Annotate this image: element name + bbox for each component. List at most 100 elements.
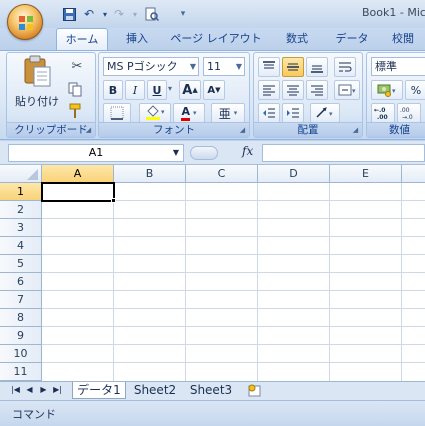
- insert-function-icon[interactable]: fx: [242, 144, 253, 158]
- row-header-4[interactable]: 4: [0, 237, 42, 255]
- merge-center-button[interactable]: ▾: [334, 80, 360, 100]
- row-header-3[interactable]: 3: [0, 219, 42, 237]
- paste-label: 貼り付け: [15, 95, 59, 108]
- gridline: [42, 362, 425, 363]
- row-header-9[interactable]: 9: [0, 327, 42, 345]
- redo-dropdown-icon[interactable]: ▾: [126, 6, 144, 22]
- shrink-font-button[interactable]: A ▼: [203, 80, 225, 100]
- window-title: Book1 - Mic: [362, 6, 425, 19]
- align-center-button[interactable]: [282, 80, 304, 100]
- decrease-decimal-button[interactable]: .00 →.0: [397, 103, 421, 123]
- row-header-11[interactable]: 11: [0, 363, 42, 381]
- alignment-launcher-icon[interactable]: ◢: [351, 126, 360, 135]
- fill-color-icon: ▾: [146, 105, 165, 120]
- gridline: [185, 183, 186, 381]
- column-header-f[interactable]: [402, 165, 425, 183]
- chevron-down-icon[interactable]: ▼: [236, 58, 242, 75]
- tab-page-layout[interactable]: ページ レイアウト: [168, 28, 264, 50]
- column-header-c[interactable]: C: [186, 165, 258, 183]
- borders-button[interactable]: [103, 103, 131, 123]
- increase-indent-button[interactable]: [282, 103, 304, 123]
- orientation-button[interactable]: ▾: [310, 103, 340, 123]
- font-color-button[interactable]: A ▾: [173, 103, 205, 123]
- merge-center-icon: ▾: [338, 84, 356, 96]
- font-launcher-icon[interactable]: ◢: [238, 126, 247, 135]
- tab-formulas[interactable]: 数式: [272, 28, 322, 50]
- fill-color-button[interactable]: ▾: [139, 103, 171, 123]
- font-name-combo[interactable]: MS Pゴシック ▼: [103, 57, 199, 76]
- align-right-button[interactable]: [306, 80, 328, 100]
- copy-icon[interactable]: [67, 81, 87, 99]
- row-header-5[interactable]: 5: [0, 255, 42, 273]
- column-header-d[interactable]: D: [258, 165, 330, 183]
- chevron-down-icon[interactable]: ▼: [173, 145, 179, 161]
- align-middle-button[interactable]: [282, 57, 304, 77]
- format-painter-icon[interactable]: [67, 103, 87, 121]
- font-color-dropdown-icon[interactable]: ▾: [193, 109, 197, 117]
- number-format-combo[interactable]: 標準: [371, 57, 425, 76]
- name-box[interactable]: A1 ▼: [8, 144, 184, 162]
- next-sheet-icon[interactable]: ▶: [38, 384, 49, 396]
- italic-button[interactable]: I: [125, 80, 145, 100]
- wrap-text-button[interactable]: [334, 57, 356, 77]
- alignment-group: ▾ ▾ 配置 ◢: [253, 52, 363, 138]
- phonetic-button[interactable]: 亜 ▾: [211, 103, 245, 123]
- row-header-2[interactable]: 2: [0, 201, 42, 219]
- clipboard-group: 貼り付け ✂ クリップボード ◢: [6, 52, 96, 138]
- grow-font-button[interactable]: A ▲: [179, 80, 201, 100]
- percent-button[interactable]: %: [405, 80, 425, 100]
- first-sheet-icon[interactable]: |◀: [10, 384, 21, 396]
- increase-decimal-button[interactable]: ←.0.00: [371, 103, 395, 123]
- underline-button[interactable]: U: [147, 80, 167, 100]
- sheet-tab-1[interactable]: データ1: [72, 382, 126, 399]
- phonetic-dropdown-icon[interactable]: ▾: [234, 109, 238, 117]
- align-top-button[interactable]: [258, 57, 280, 77]
- insert-sheet-icon[interactable]: [246, 383, 264, 398]
- fill-handle[interactable]: [111, 198, 116, 203]
- gridline: [42, 218, 425, 219]
- worksheet-grid[interactable]: A B C D E 1 2 3 4 5 6 7 8 9 10 11: [0, 165, 425, 381]
- accounting-format-button[interactable]: ▾: [371, 80, 403, 100]
- row-header-10[interactable]: 10: [0, 345, 42, 363]
- paste-button[interactable]: 貼り付け: [11, 55, 63, 111]
- underline-dropdown-icon[interactable]: ▾: [168, 84, 172, 93]
- tab-home[interactable]: ホーム: [56, 28, 108, 50]
- tab-data[interactable]: データ: [328, 28, 376, 50]
- bold-button[interactable]: B: [103, 80, 123, 100]
- print-preview-icon[interactable]: [143, 6, 161, 22]
- last-sheet-icon[interactable]: ▶|: [52, 384, 63, 396]
- column-header-a[interactable]: A: [42, 165, 114, 183]
- text-orientation-icon: ▾: [316, 107, 333, 118]
- row-header-8[interactable]: 8: [0, 309, 42, 327]
- alignment-group-label: 配置: [254, 122, 362, 137]
- active-cell[interactable]: [41, 182, 115, 202]
- tab-insert[interactable]: 挿入: [114, 28, 160, 50]
- chevron-down-icon[interactable]: ▼: [190, 58, 196, 75]
- save-icon[interactable]: [60, 6, 78, 22]
- select-all-corner[interactable]: [0, 165, 42, 183]
- tab-review[interactable]: 校閲: [382, 28, 424, 50]
- gridline: [42, 254, 425, 255]
- formula-expand-handle[interactable]: [190, 146, 218, 160]
- customize-qat-icon[interactable]: ▾: [174, 6, 192, 22]
- row-header-7[interactable]: 7: [0, 291, 42, 309]
- increase-decimal-icon: ←.0.00: [374, 107, 388, 120]
- column-header-b[interactable]: B: [114, 165, 186, 183]
- prev-sheet-icon[interactable]: ◀: [24, 384, 35, 396]
- column-header-e[interactable]: E: [330, 165, 402, 183]
- cut-icon[interactable]: ✂: [67, 59, 87, 77]
- decrease-indent-button[interactable]: [258, 103, 280, 123]
- font-size-combo[interactable]: 11 ▼: [203, 57, 245, 76]
- sheet-tab-2[interactable]: Sheet2: [128, 382, 182, 399]
- gridline: [401, 183, 402, 381]
- row-header-1[interactable]: 1: [0, 183, 42, 201]
- clipboard-launcher-icon[interactable]: ◢: [84, 126, 93, 135]
- formula-input[interactable]: [262, 144, 425, 162]
- align-bottom-icon: [311, 65, 323, 73]
- align-left-button[interactable]: [258, 80, 280, 100]
- office-button[interactable]: [7, 4, 43, 40]
- row-header-6[interactable]: 6: [0, 273, 42, 291]
- name-box-value: A1: [88, 146, 104, 159]
- align-bottom-button[interactable]: [306, 57, 328, 77]
- sheet-tab-3[interactable]: Sheet3: [184, 382, 238, 399]
